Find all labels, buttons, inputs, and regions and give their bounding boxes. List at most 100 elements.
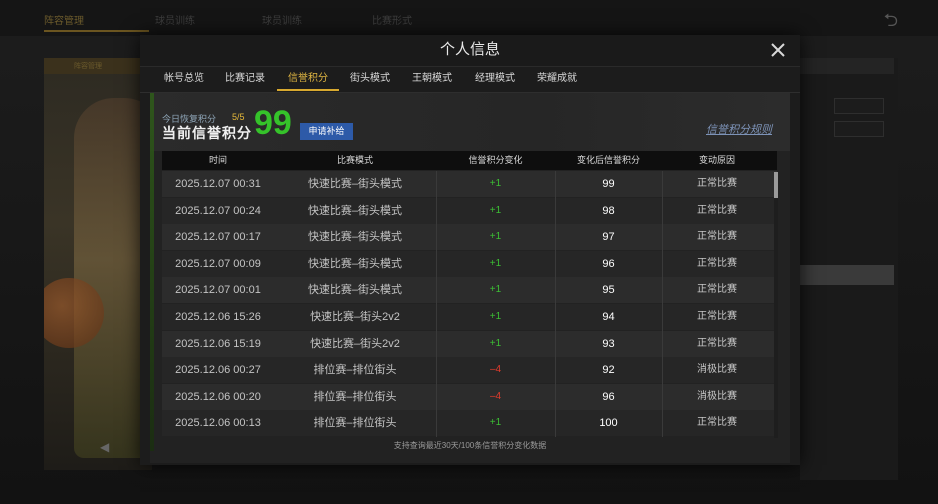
cell-time: 2025.12.07 00:01 — [175, 284, 261, 297]
tab-street-mode[interactable]: 街头模式 — [350, 67, 390, 91]
table-row: 2025.12.06 00:13 排位赛–排位街头 +1 100 正常比赛 — [162, 410, 777, 437]
credit-rules-link[interactable]: 信誉积分规则 — [706, 121, 772, 137]
cell-mode: 快速比赛–街头2v2 — [310, 337, 400, 350]
cell-change: +1 — [489, 337, 502, 349]
column-divider — [436, 171, 437, 437]
tab-manager-mode[interactable]: 经理模式 — [475, 67, 515, 91]
cell-mode: 快速比赛–街头模式 — [307, 257, 403, 270]
cell-time: 2025.12.07 00:24 — [175, 204, 261, 217]
cell-change: +1 — [489, 231, 502, 243]
bg-nav-tab[interactable]: 比赛形式 — [372, 12, 412, 27]
scrollbar-thumb[interactable] — [774, 172, 778, 198]
background-top-nav: 阵容管理 球员训练 球员训练 比赛形式 ⮌ — [0, 0, 938, 36]
table-header: 时间 比赛模式 信誉积分变化 变化后信誉积分 变动原因 — [162, 151, 777, 170]
current-credit-label: 当前信誉积分 — [162, 125, 252, 141]
bg-right-row — [800, 178, 894, 198]
table-row: 2025.12.07 00:17 快速比赛–街头模式 +1 97 正常比赛 — [162, 224, 777, 251]
table-row: 2025.12.07 00:31 快速比赛–街头模式 +1 99 正常比赛 — [162, 171, 777, 197]
bg-nav-tab[interactable]: 球员训练 — [155, 12, 195, 27]
cell-mode: 快速比赛–街头模式 — [307, 178, 403, 190]
cell-reason: 正常比赛 — [697, 178, 737, 189]
cell-reason: 消极比赛 — [697, 390, 737, 402]
modal-header: 个人信息 — [140, 35, 800, 67]
cell-time: 2025.12.07 00:31 — [175, 178, 261, 190]
cell-change: +1 — [489, 311, 502, 322]
column-header-after: 变化后信誉积分 — [576, 155, 640, 165]
personal-info-modal: 个人信息 帐号总览 比赛记录 信誉积分 街头模式 王朝模式 经理模式 荣耀成就 … — [140, 35, 800, 465]
bg-right-button[interactable] — [834, 98, 884, 114]
cell-change: +1 — [489, 417, 502, 429]
cell-mode: 快速比赛–街头模式 — [307, 204, 403, 217]
column-divider — [555, 171, 556, 437]
cell-mode: 排位赛–排位街头 — [313, 390, 397, 403]
apply-supplement-button[interactable]: 申请补给 — [300, 123, 353, 140]
background-right-dropdown[interactable] — [800, 58, 894, 74]
credit-history-table[interactable]: 2025.12.07 00:31 快速比赛–街头模式 +1 99 正常比赛 2025.12… — [162, 171, 777, 437]
cell-after: 99 — [602, 178, 615, 190]
tab-honor-achievements[interactable]: 荣耀成就 — [537, 67, 577, 91]
cell-mode: 快速比赛–街头模式 — [307, 231, 403, 244]
bg-right-row-selected — [800, 265, 894, 285]
prev-arrow-icon[interactable]: ◀ — [100, 440, 109, 454]
table-row: 2025.12.07 00:01 快速比赛–街头模式 +1 95 正常比赛 — [162, 277, 777, 304]
cell-time: 2025.12.06 15:26 — [175, 311, 261, 323]
modal-title: 个人信息 — [439, 41, 500, 58]
green-accent-stripe — [150, 93, 154, 451]
query-limit-note: 支持查询最近30天/100条信誉积分变化数据 — [393, 441, 547, 450]
cell-reason: 正常比赛 — [697, 417, 737, 429]
column-header-reason: 变动原因 — [698, 155, 735, 165]
tab-account-overview[interactable]: 帐号总览 — [164, 67, 204, 91]
cell-change: +1 — [489, 204, 502, 216]
column-header-mode: 比赛模式 — [336, 155, 373, 165]
cell-change: –4 — [489, 390, 502, 402]
column-header-change: 信誉积分变化 — [468, 155, 523, 165]
close-icon[interactable] — [768, 40, 788, 60]
bg-right-button[interactable] — [834, 121, 884, 137]
cell-after: 100 — [599, 417, 618, 430]
cell-change: +1 — [489, 178, 502, 189]
tab-match-history[interactable]: 比赛记录 — [225, 67, 265, 91]
cell-reason: 正常比赛 — [697, 257, 737, 269]
cell-after: 98 — [602, 204, 615, 217]
cell-time: 2025.12.06 00:20 — [175, 390, 261, 403]
modal-tabs: 帐号总览 比赛记录 信誉积分 街头模式 王朝模式 经理模式 荣耀成就 — [140, 67, 800, 93]
cell-reason: 正常比赛 — [697, 204, 737, 216]
active-tab-indicator — [277, 89, 339, 91]
cell-change: +1 — [489, 284, 502, 296]
background-left-header: 阵容管理 — [44, 58, 152, 74]
cell-reason: 正常比赛 — [697, 311, 737, 322]
cell-time: 2025.12.06 15:19 — [175, 337, 261, 350]
cell-mode: 快速比赛–街头模式 — [307, 284, 403, 297]
cell-after: 96 — [602, 390, 615, 403]
bg-nav-tab[interactable]: 阵容管理 — [44, 12, 84, 27]
table-row: 2025.12.07 00:24 快速比赛–街头模式 +1 98 正常比赛 — [162, 197, 777, 224]
table-row: 2025.12.06 15:19 快速比赛–街头2v2 +1 93 正常比赛 — [162, 330, 777, 357]
bg-nav-tab[interactable]: 球员训练 — [262, 12, 302, 27]
cell-mode: 排位赛–排位街头 — [313, 417, 397, 430]
table-row: 2025.12.06 00:20 排位赛–排位街头 –4 96 消极比赛 — [162, 383, 777, 410]
cell-after: 97 — [602, 231, 615, 244]
cell-time: 2025.12.06 00:27 — [175, 364, 261, 377]
cell-after: 95 — [602, 284, 615, 297]
cell-reason: 正常比赛 — [697, 284, 737, 296]
column-divider — [662, 171, 663, 437]
cell-after: 96 — [602, 257, 615, 270]
cell-reason: 消极比赛 — [697, 364, 737, 376]
column-header-time: 时间 — [208, 155, 227, 165]
cell-change: –4 — [489, 364, 502, 376]
cell-change: +1 — [489, 257, 502, 269]
cell-after: 92 — [602, 364, 615, 377]
credit-score-value: 99 — [254, 104, 292, 142]
background-player-card — [44, 58, 152, 470]
table-row: 2025.12.06 00:27 排位赛–排位街头 –4 92 消极比赛 — [162, 357, 777, 384]
cell-reason: 正常比赛 — [697, 337, 737, 349]
cell-after: 93 — [602, 337, 615, 350]
table-scrollbar[interactable] — [774, 172, 778, 438]
cell-time: 2025.12.06 00:13 — [175, 417, 261, 430]
tab-credit-score[interactable]: 信誉积分 — [288, 67, 328, 91]
back-icon[interactable]: ⮌ — [884, 8, 898, 38]
cell-mode: 排位赛–排位街头 — [313, 364, 397, 377]
credit-banner: 今日恢复积分 5/5 当前信誉积分 99 申请补给 信誉积分规则 — [150, 93, 790, 151]
restore-count: 5/5 — [232, 112, 245, 122]
tab-dynasty-mode[interactable]: 王朝模式 — [412, 67, 452, 91]
